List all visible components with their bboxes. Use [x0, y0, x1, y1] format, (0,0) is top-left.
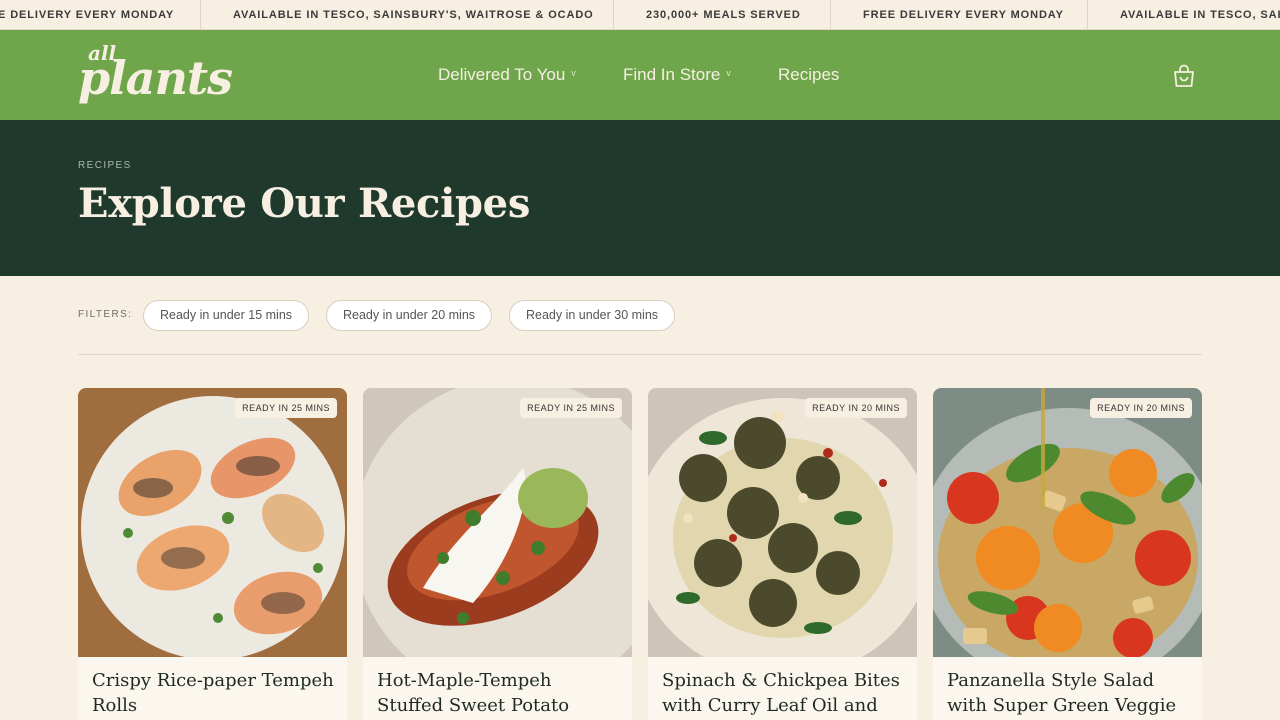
logo[interactable]: all plants — [78, 41, 233, 107]
recipe-card[interactable]: READY IN 20 MINS Panzanella Style Salad … — [933, 388, 1202, 720]
recipe-card[interactable]: READY IN 20 MINS Spinach & Chickpea Bite… — [648, 388, 917, 720]
hero-banner: RECIPES Explore Our Recipes — [0, 120, 1280, 276]
ticker-divider — [1087, 0, 1088, 29]
ticker-divider — [613, 0, 614, 29]
ready-time-badge: READY IN 20 MINS — [1090, 398, 1192, 418]
recipe-card[interactable]: READY IN 25 MINS Crispy Rice-paper Tempe… — [78, 388, 347, 720]
recipe-title[interactable]: Spinach & Chickpea Bites with Curry Leaf… — [662, 668, 907, 718]
nav-recipes[interactable]: Recipes — [778, 30, 839, 120]
divider — [78, 354, 1202, 355]
ticker-item: E DELIVERY EVERY MONDAY — [0, 9, 175, 21]
nav-find-in-store[interactable]: Find In Store v — [623, 30, 731, 120]
ticker-item: 230,000+ MEALS SERVED — [646, 9, 801, 21]
announcement-ticker: E DELIVERY EVERY MONDAY AVAILABLE IN TES… — [0, 0, 1280, 30]
site-header: all plants Delivered To You v Find In St… — [0, 30, 1280, 120]
recipe-image[interactable]: READY IN 20 MINS — [648, 388, 917, 657]
ticker-item: AVAILABLE IN TESCO, SAIN — [1120, 9, 1280, 21]
ticker-divider — [830, 0, 831, 29]
nav-label: Recipes — [778, 65, 840, 84]
recipe-title[interactable]: Panzanella Style Salad with Super Green … — [947, 668, 1192, 720]
nav-label: Find In Store — [623, 65, 721, 84]
recipe-image[interactable]: READY IN 25 MINS — [363, 388, 632, 657]
ticker-item: FREE DELIVERY EVERY MONDAY — [863, 9, 1064, 21]
logo-bottom-text: plants — [78, 51, 233, 105]
ticker-divider — [200, 0, 201, 29]
chevron-down-icon: v — [571, 68, 576, 78]
filter-chip-30-mins[interactable]: Ready in under 30 mins — [509, 300, 676, 331]
recipe-image[interactable]: READY IN 25 MINS — [78, 388, 347, 657]
filter-chip-20-mins[interactable]: Ready in under 20 mins — [326, 300, 493, 331]
recipe-card[interactable]: READY IN 25 MINS Hot-Maple-Tempeh Stuffe… — [363, 388, 632, 720]
nav-label: Delivered To You — [438, 65, 566, 84]
chevron-down-icon: v — [726, 68, 731, 78]
recipe-image[interactable]: READY IN 20 MINS — [933, 388, 1202, 657]
filter-chip-15-mins[interactable]: Ready in under 15 mins — [143, 300, 310, 331]
page-title: Explore Our Recipes — [78, 180, 531, 227]
ready-time-badge: READY IN 20 MINS — [805, 398, 907, 418]
breadcrumb[interactable]: RECIPES — [78, 160, 132, 171]
ready-time-badge: READY IN 25 MINS — [520, 398, 622, 418]
nav-delivered-to-you[interactable]: Delivered To You v — [438, 30, 576, 120]
cart-icon[interactable] — [1170, 62, 1198, 90]
recipe-title[interactable]: Hot-Maple-Tempeh Stuffed Sweet Potato — [377, 668, 622, 718]
filters-label: FILTERS: — [78, 309, 133, 320]
recipe-title[interactable]: Crispy Rice-paper Tempeh Rolls — [92, 668, 337, 718]
ticker-item: AVAILABLE IN TESCO, SAINSBURY'S, WAITROS… — [233, 9, 594, 21]
ready-time-badge: READY IN 25 MINS — [235, 398, 337, 418]
